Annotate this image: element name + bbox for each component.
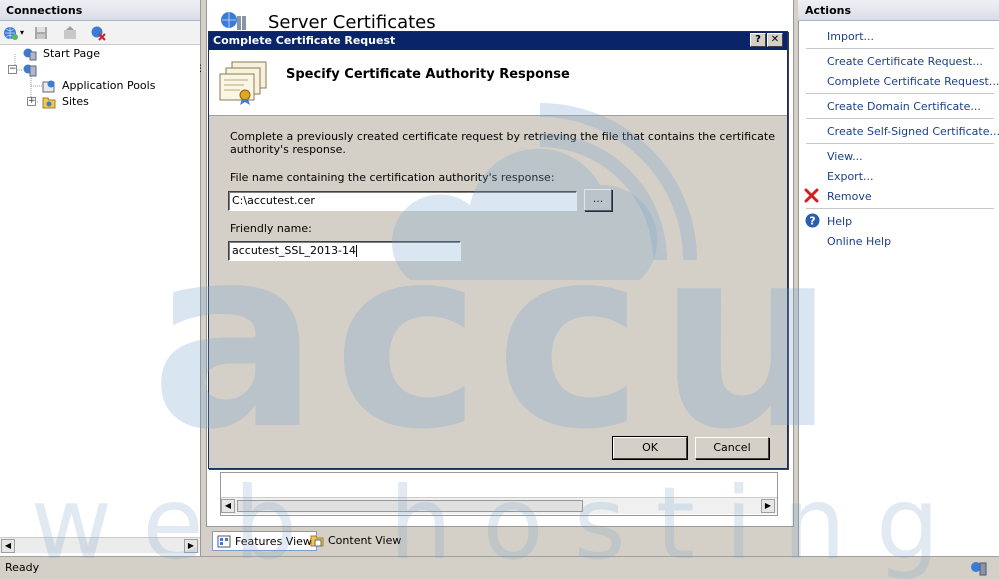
actions-header: Actions — [798, 0, 999, 21]
center-horizontal-scrollbar[interactable]: ◀ ▶ — [221, 497, 777, 514]
action-view[interactable]: View... — [827, 149, 863, 164]
actions-separator — [806, 143, 994, 144]
center-scroll-right-icon[interactable]: ▶ — [761, 499, 775, 513]
actions-separator — [806, 93, 994, 94]
action-complete-certificate-request[interactable]: Complete Certificate Request... — [827, 74, 999, 89]
text-caret — [356, 245, 357, 257]
connect-dropdown-icon[interactable]: ▾ — [20, 28, 24, 37]
tab-features-view[interactable]: Features View — [212, 531, 317, 551]
certificate-stack-icon — [219, 61, 267, 105]
page-title: Server Certificates — [268, 12, 436, 33]
tab-content-view[interactable]: Content View — [306, 531, 405, 551]
friendly-name-input[interactable]: accutest_SSL_2013-14 — [228, 241, 461, 261]
up-level-icon[interactable] — [62, 25, 78, 41]
cancel-button[interactable]: Cancel — [695, 437, 769, 459]
dialog-heading: Specify Certificate Authority Response — [286, 67, 570, 82]
connections-toolbar: ▾ — [0, 21, 200, 45]
save-icon[interactable] — [33, 25, 49, 41]
help-icon: ? — [805, 213, 820, 228]
tree-expander-server[interactable]: − — [8, 65, 17, 74]
sites-folder-icon — [42, 97, 56, 109]
action-create-self-signed-certificate[interactable]: Create Self-Signed Certificate... — [827, 124, 999, 139]
file-name-input[interactable]: C:\accutest.cer — [228, 191, 577, 211]
ok-button[interactable]: OK — [612, 436, 688, 460]
remove-icon — [804, 188, 819, 203]
browse-button[interactable]: ... — [584, 189, 612, 211]
connect-globe-icon[interactable] — [3, 25, 19, 41]
dialog-title-bar: Complete Certificate Request — [209, 32, 787, 50]
view-switcher: Features View Content View — [206, 529, 794, 553]
scroll-left-icon[interactable]: ◀ — [1, 539, 15, 553]
disconnect-icon[interactable] — [90, 25, 106, 41]
server-status-icon — [971, 562, 987, 576]
file-name-label: File name containing the certification a… — [230, 171, 555, 184]
action-export[interactable]: Export... — [827, 169, 874, 184]
tree-expander-sites[interactable]: + — [27, 97, 36, 106]
dialog-help-button[interactable]: ? — [750, 33, 766, 47]
connections-horizontal-scrollbar[interactable]: ◀ ▶ — [0, 537, 200, 553]
center-scroll-left-icon[interactable]: ◀ — [221, 499, 235, 513]
action-create-certificate-request[interactable]: Create Certificate Request... — [827, 54, 983, 69]
action-import[interactable]: Import... — [827, 29, 874, 44]
dialog-close-button[interactable]: ✕ — [767, 33, 783, 47]
action-help[interactable]: Help — [827, 214, 852, 229]
server-icon — [23, 64, 37, 77]
actions-separator — [806, 208, 994, 209]
scroll-right-icon[interactable]: ▶ — [184, 539, 198, 553]
connections-header: Connections — [0, 0, 200, 21]
actions-separator — [806, 48, 994, 49]
center-scroll-thumb[interactable] — [237, 500, 583, 512]
content-view-icon — [310, 535, 324, 547]
connections-splitter-marker: ⋮ — [196, 64, 205, 74]
dialog-banner — [209, 50, 787, 116]
action-online-help[interactable]: Online Help — [827, 234, 891, 249]
status-bar: Ready — [0, 556, 999, 579]
dialog-description-line1: Complete a previously created certificat… — [230, 130, 776, 143]
application-pools-icon — [42, 80, 55, 93]
start-page-icon — [23, 48, 37, 61]
actions-separator — [806, 118, 994, 119]
svg-text:?: ? — [809, 215, 815, 228]
features-view-icon — [217, 535, 231, 548]
action-remove[interactable]: Remove — [827, 189, 872, 204]
dialog-description-line2: authority's response. — [230, 143, 346, 156]
action-create-domain-certificate[interactable]: Create Domain Certificate... — [827, 99, 981, 114]
friendly-name-label: Friendly name: — [230, 222, 312, 235]
